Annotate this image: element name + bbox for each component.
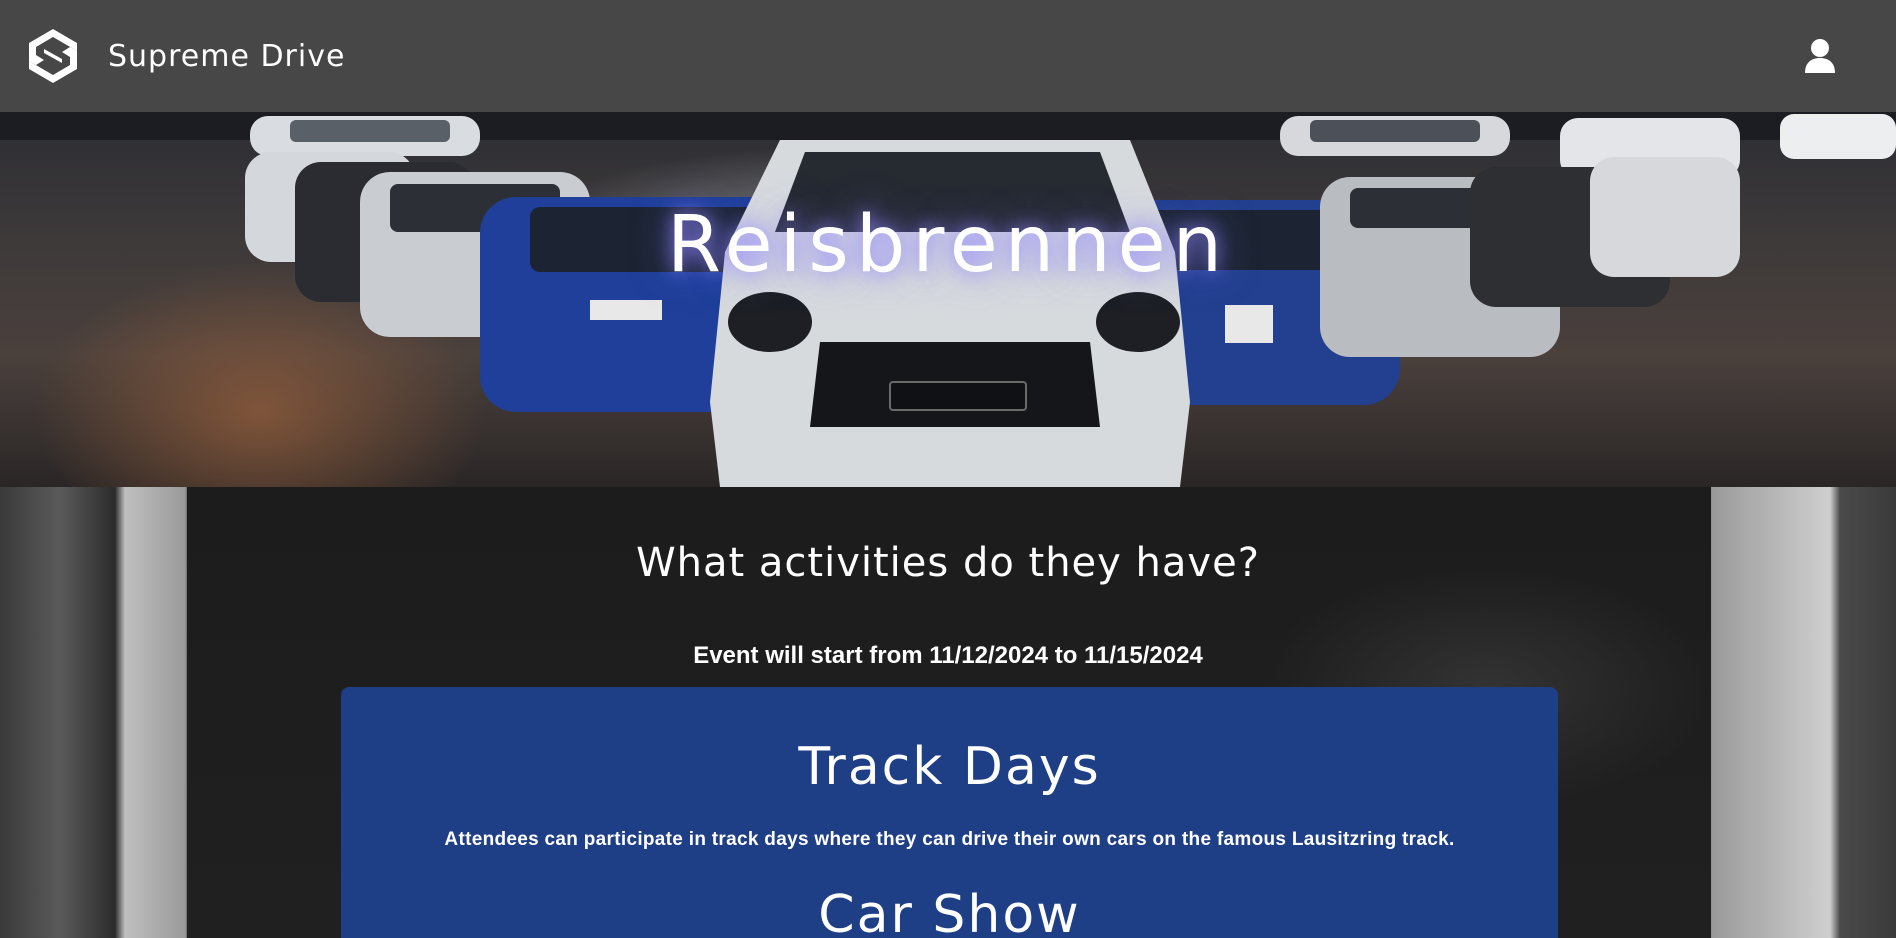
activity-description-track-days: Attendees can participate in track days … [444,829,1455,850]
top-navbar: Supreme Drive [0,0,1896,112]
hero-title: Reisbrennen [666,200,1230,290]
activities-card: Track Days Attendees can participate in … [341,687,1558,938]
activity-title-track-days: Track Days [798,737,1101,797]
event-dates: Event will start from 11/12/2024 to 11/1… [693,642,1203,669]
hero-banner: Reisbrennen [0,112,1896,487]
brand-home-link[interactable]: Supreme Drive [22,25,345,87]
activity-title-car-show: Car Show [818,885,1081,938]
user-icon [1805,39,1835,73]
hero-cars-image [0,112,1896,487]
supreme-drive-logo-icon [22,25,84,87]
activities-heading: What activities do they have? [636,540,1260,586]
brand-name: Supreme Drive [108,38,346,74]
user-account-button[interactable] [1798,34,1842,78]
